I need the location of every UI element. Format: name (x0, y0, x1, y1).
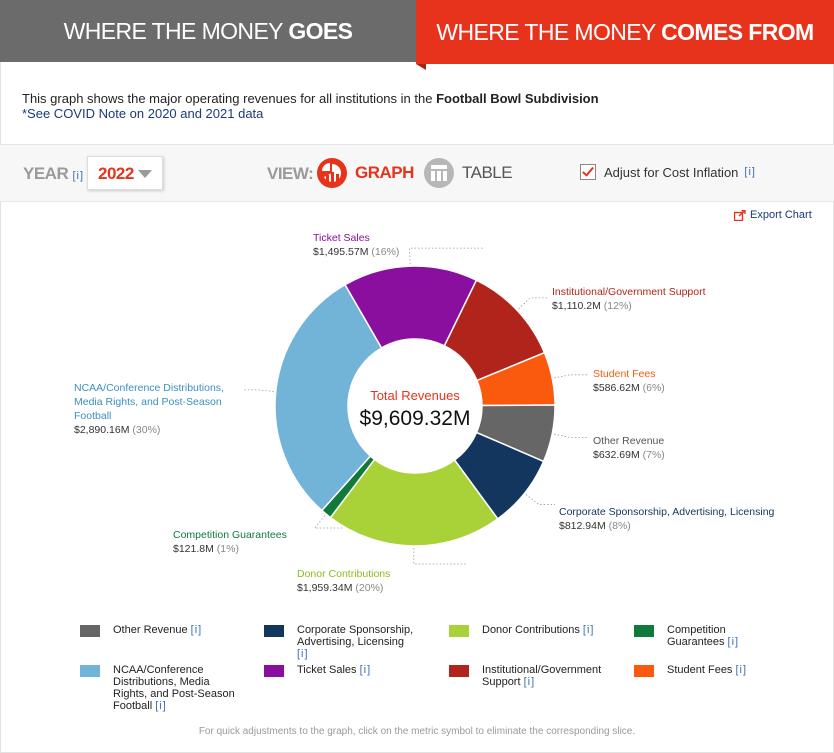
leader-ticket-sales (409, 247, 483, 265)
tab-goes-prefix: WHERE THE MONEY (63, 17, 289, 44)
legend-label: Corporate Sponsorship, Advertising, Licen… (297, 624, 414, 660)
slice-label-ncaa-conference-distributions-media-rights-and-post-season-football-line-1: NCAA/Conference Distributions, (74, 382, 224, 394)
legend-info-icon[interactable]: [i] (736, 664, 748, 676)
slice-value-ncaa-conference-distributions-media-rights-and-post-season-football: $2,890.16M (30%) (74, 424, 160, 436)
year-label: YEAR (23, 164, 69, 183)
legend-info-icon[interactable]: [i] (297, 648, 309, 660)
adjust-inflation-checkbox[interactable] (580, 164, 596, 180)
slice-label-corporate-sponsorship-advertising-licensing: Corporate Sponsorship, Advertising, Lice… (559, 506, 775, 518)
tab-comes-prefix: WHERE THE MONEY (436, 18, 662, 45)
legend-item-ticket-sales[interactable]: Ticket Sales [i] (264, 664, 371, 677)
year-value: 2022 (98, 164, 134, 183)
legend-info-icon[interactable]: [i] (583, 624, 595, 636)
legend-swatch[interactable] (634, 625, 654, 637)
legend-label: Ticket Sales [i] (297, 664, 372, 676)
tab-comes-bold: COMES FROM (661, 18, 814, 45)
tab-bar: WHERE THE MONEY GOES WHERE THE MONEY COM… (0, 0, 834, 70)
adjust-inflation-toggle[interactable]: Adjust for Cost Inflation [i] (580, 164, 756, 180)
center-title: Total Revenues (370, 388, 460, 403)
legend-label: Institutional/Government Support [i] (482, 664, 602, 688)
adjust-inflation-label: Adjust for Cost Inflation (604, 164, 739, 180)
legend-item-other-revenue[interactable]: Other Revenue [i] (80, 624, 202, 637)
tab-where-money-goes[interactable]: WHERE THE MONEY GOES (0, 0, 416, 62)
slice-label-donor-contributions: Donor Contributions (297, 568, 390, 580)
legend-item-institutional-government-support[interactable]: Institutional/Government Support [i] (449, 664, 601, 688)
leader-institutional-government-support (518, 297, 548, 310)
slice-value-institutional-government-support: $1,110.2M (12%) (552, 300, 632, 312)
slice-label-other-revenue: Other Revenue (593, 435, 664, 447)
legend-swatch[interactable] (264, 665, 284, 677)
slice-value-other-revenue: $632.69M (7%) (593, 449, 665, 461)
view-table-button[interactable]: TABLE (424, 157, 513, 189)
tab-goes-bold: GOES (288, 17, 353, 44)
legend-swatch[interactable] (449, 625, 469, 637)
year-label-group: YEAR [i] (23, 164, 84, 184)
intro-subdivision: Football Bowl Subdivision (436, 91, 599, 106)
slice-label-ncaa-conference-distributions-media-rights-and-post-season-football-line-2: Media Rights, and Post-Season (74, 396, 222, 408)
slice-label-ticket-sales: Ticket Sales (313, 232, 370, 244)
center-value: $9,609.32M (360, 407, 471, 430)
leader-ncaa-conference-distributions-media-rights-and-post-season-football (244, 389, 274, 392)
legend-label: Other Revenue [i] (113, 624, 203, 636)
slice-label-student-fees: Student Fees (593, 368, 655, 380)
covid-note-link[interactable]: *See COVID Note on 2020 and 2021 data (22, 106, 599, 121)
view-graph-button[interactable]: GRAPH (317, 157, 414, 189)
legend-info-icon[interactable]: [i] (524, 676, 536, 688)
leader-corporate-sponsorship-advertising-licensing (525, 494, 555, 505)
slice-value-donor-contributions: $1,959.34M (20%) (297, 582, 383, 594)
legend-swatch[interactable] (449, 665, 469, 677)
footnote: For quick adjustments to the graph, clic… (198, 726, 636, 737)
slice-value-student-fees: $586.62M (6%) (593, 382, 665, 394)
legend-info-icon[interactable]: [i] (155, 700, 167, 712)
legend-item-student-fees[interactable]: Student Fees [i] (634, 664, 747, 677)
controls-bar: YEAR [i] 2022 VIEW: GRAPH TABLE Adjust f… (0, 144, 834, 202)
intro-text: This graph shows the major operating rev… (22, 91, 599, 121)
slice-value-corporate-sponsorship-advertising-licensing: $812.94M (8%) (559, 520, 631, 532)
graph-icon (317, 158, 347, 188)
legend-item-corporate-sponsorship-advertising-licensing[interactable]: Corporate Sponsorship, Advertising, Licen… (264, 624, 413, 660)
donut-slices (274, 265, 556, 547)
legend-label: NCAA/Conference Distributions, Media Right… (113, 664, 235, 712)
legend-info-icon[interactable]: [i] (191, 624, 203, 636)
view-label: VIEW: (267, 164, 314, 183)
legend-label: Student Fees [i] (667, 664, 748, 676)
legend-info-icon[interactable]: [i] (360, 664, 372, 676)
legend-swatch[interactable] (80, 625, 100, 637)
leader-student-fees (554, 374, 589, 379)
slice-label-ncaa-conference-distributions-media-rights-and-post-season-football-line-3: Football (74, 410, 111, 422)
legend-swatch[interactable] (634, 665, 654, 677)
slice-label-competition-guarantees: Competition Guarantees (173, 529, 287, 541)
legend-swatch[interactable] (80, 665, 100, 677)
slice-value-ticket-sales: $1,495.57M (16%) (313, 246, 399, 258)
legend-info-icon[interactable]: [i] (728, 636, 740, 648)
legend-item-competition-guarantees[interactable]: Competition Guarantees [i] (634, 624, 739, 648)
adjust-info-icon[interactable]: [i] (744, 166, 756, 178)
legend-label: Competition Guarantees [i] (667, 624, 740, 648)
legend-item-donor-contributions[interactable]: Donor Contributions [i] (449, 624, 594, 637)
intro-sentence: This graph shows the major operating rev… (22, 91, 437, 106)
revenue-donut-chart: Ticket Sales $1,495.57M (16%) Institutiona… (74, 232, 775, 594)
year-select[interactable]: 2022 (87, 156, 163, 190)
slice-label-institutional-government-support: Institutional/Government Support (552, 286, 706, 298)
view-graph-label: GRAPH (355, 163, 414, 182)
tab-where-money-comes-from[interactable]: WHERE THE MONEY COMES FROM (416, 0, 834, 70)
legend-swatch[interactable] (264, 625, 284, 637)
legend-item-ncaa-conference-distributions-media-rights-and-post-season-football[interactable]: NCAA/Conference Distributions, Media Right… (80, 664, 235, 712)
leader-other-revenue (554, 433, 589, 438)
slice-value-competition-guarantees: $121.8M (1%) (173, 543, 239, 555)
view-table-label: TABLE (462, 163, 513, 182)
leader-donor-contributions (413, 547, 467, 565)
chevron-down-icon (138, 170, 152, 178)
year-info-icon[interactable]: [i] (72, 170, 84, 182)
table-icon (424, 158, 454, 188)
legend-label: Donor Contributions [i] (482, 624, 595, 636)
